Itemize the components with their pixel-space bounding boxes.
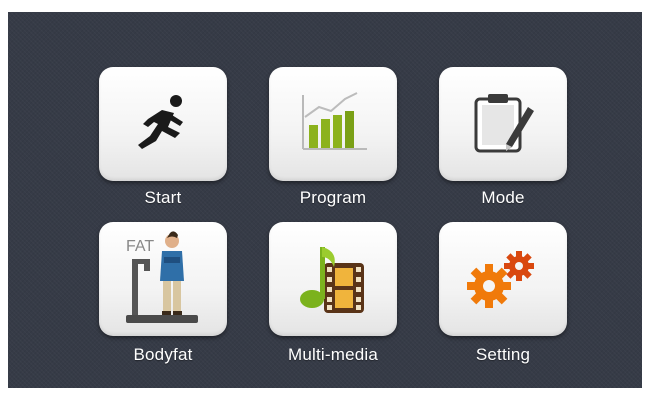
gears-icon (463, 246, 543, 312)
running-man-icon (128, 89, 198, 159)
mode-button[interactable] (439, 67, 567, 181)
bodyfat-button[interactable]: FAT (99, 222, 227, 336)
clipboard-pen-icon (466, 89, 540, 159)
bodyfat-label: Bodyfat (133, 345, 193, 364)
mode-label: Mode (481, 188, 525, 207)
multimedia-label: Multi-media (287, 345, 379, 364)
setting-button[interactable] (439, 222, 567, 336)
bodyfat-scale-icon: FAT (120, 229, 206, 329)
svg-text:FAT: FAT (126, 238, 154, 255)
start-button[interactable] (99, 67, 227, 181)
program-label: Program (299, 188, 367, 207)
bar-chart-icon (297, 91, 369, 157)
main-menu-screen: Start Program Mode FAT Bodyfat Multi-med… (8, 12, 642, 388)
start-label: Start (144, 188, 182, 207)
multimedia-button[interactable] (269, 222, 397, 336)
program-button[interactable] (269, 67, 397, 181)
setting-label: Setting (475, 345, 531, 364)
music-film-icon (294, 241, 372, 317)
